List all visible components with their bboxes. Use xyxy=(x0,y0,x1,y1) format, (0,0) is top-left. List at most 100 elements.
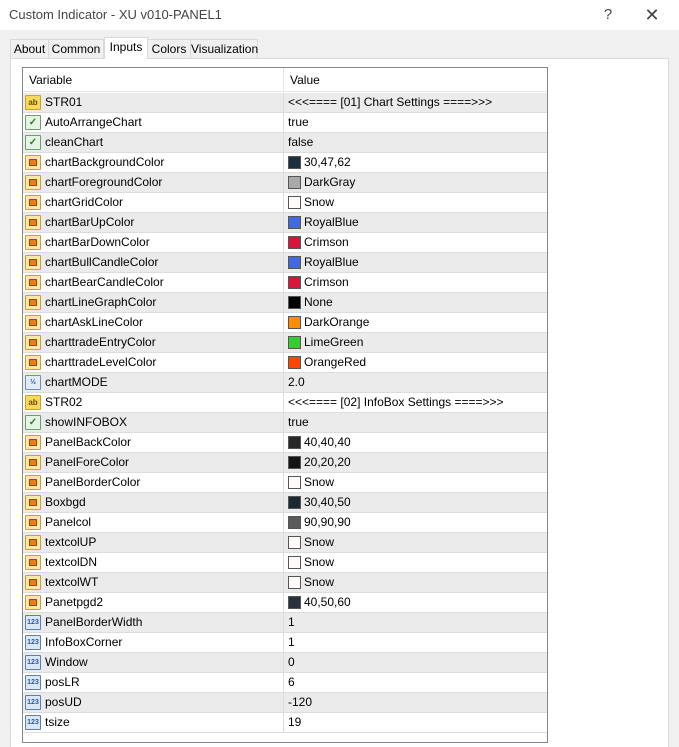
table-row[interactable]: ✓ cleanChart false xyxy=(23,133,547,153)
color-swatch[interactable] xyxy=(288,196,301,209)
color-swatch[interactable] xyxy=(288,576,301,589)
table-row[interactable]: chartBarUpColor RoyalBlue xyxy=(23,213,547,233)
table-row[interactable]: textcolWT Snow xyxy=(23,573,547,593)
color-swatch[interactable] xyxy=(288,436,301,449)
variable-cell[interactable]: 123 posUD xyxy=(23,693,284,712)
value-cell[interactable]: false xyxy=(284,133,547,152)
variable-cell[interactable]: Panetpgd2 xyxy=(23,593,284,612)
value-cell[interactable]: 40,50,60 xyxy=(284,593,547,612)
table-row[interactable]: 123 posUD -120 xyxy=(23,693,547,713)
table-row[interactable]: ½ chartMODE 2.0 xyxy=(23,373,547,393)
color-swatch[interactable] xyxy=(288,296,301,309)
table-row[interactable]: chartGridColor Snow xyxy=(23,193,547,213)
table-row[interactable]: Boxbgd 30,40,50 xyxy=(23,493,547,513)
variable-cell[interactable]: chartGridColor xyxy=(23,193,284,212)
color-swatch[interactable] xyxy=(288,536,301,549)
value-cell[interactable]: 20,20,20 xyxy=(284,453,547,472)
tab-about[interactable]: About xyxy=(10,39,49,59)
value-cell[interactable]: DarkOrange xyxy=(284,313,547,332)
value-cell[interactable]: 30,40,50 xyxy=(284,493,547,512)
value-cell[interactable]: Snow xyxy=(284,553,547,572)
variable-cell[interactable]: ab STR01 xyxy=(23,93,284,112)
color-swatch[interactable] xyxy=(288,336,301,349)
variable-cell[interactable]: Panelcol xyxy=(23,513,284,532)
value-cell[interactable]: RoyalBlue xyxy=(284,253,547,272)
color-swatch[interactable] xyxy=(288,176,301,189)
color-swatch[interactable] xyxy=(288,456,301,469)
tab-visualization[interactable]: Visualization xyxy=(190,39,258,59)
color-swatch[interactable] xyxy=(288,156,301,169)
table-row[interactable]: chartBearCandleColor Crimson xyxy=(23,273,547,293)
color-swatch[interactable] xyxy=(288,216,301,229)
variable-cell[interactable]: chartBackgroundColor xyxy=(23,153,284,172)
variable-cell[interactable]: textcolWT xyxy=(23,573,284,592)
value-cell[interactable]: 19 xyxy=(284,713,547,732)
variable-cell[interactable]: 123 PanelBorderWidth xyxy=(23,613,284,632)
table-row[interactable]: textcolDN Snow xyxy=(23,553,547,573)
variable-cell[interactable]: textcolUP xyxy=(23,533,284,552)
table-row[interactable]: ab STR01 <<<==== [01] Chart Settings ====>… xyxy=(23,93,547,113)
value-cell[interactable]: Snow xyxy=(284,573,547,592)
value-cell[interactable]: 30,47,62 xyxy=(284,153,547,172)
table-row[interactable]: PanelForeColor 20,20,20 xyxy=(23,453,547,473)
value-cell[interactable]: 40,40,40 xyxy=(284,433,547,452)
value-cell[interactable]: 2.0 xyxy=(284,373,547,392)
table-row[interactable]: PanelBackColor 40,40,40 xyxy=(23,433,547,453)
variable-cell[interactable]: ✓ cleanChart xyxy=(23,133,284,152)
tab-inputs[interactable]: Inputs xyxy=(104,37,148,59)
color-swatch[interactable] xyxy=(288,236,301,249)
variable-cell[interactable]: 123 Window xyxy=(23,653,284,672)
table-row[interactable]: PanelBorderColor Snow xyxy=(23,473,547,493)
value-cell[interactable]: 6 xyxy=(284,673,547,692)
value-cell[interactable]: true xyxy=(284,113,547,132)
variable-cell[interactable]: textcolDN xyxy=(23,553,284,572)
table-row[interactable]: Panelcol 90,90,90 xyxy=(23,513,547,533)
variable-cell[interactable]: ✓ showINFOBOX xyxy=(23,413,284,432)
variable-cell[interactable]: chartBearCandleColor xyxy=(23,273,284,292)
variable-cell[interactable]: Boxbgd xyxy=(23,493,284,512)
value-cell[interactable]: DarkGray xyxy=(284,173,547,192)
tab-colors[interactable]: Colors xyxy=(147,39,191,59)
table-row[interactable]: charttradeEntryColor LimeGreen xyxy=(23,333,547,353)
value-cell[interactable]: Snow xyxy=(284,533,547,552)
table-row[interactable]: 123 Window 0 xyxy=(23,653,547,673)
variable-cell[interactable]: chartLineGraphColor xyxy=(23,293,284,312)
value-cell[interactable]: None xyxy=(284,293,547,312)
value-cell[interactable]: Crimson xyxy=(284,233,547,252)
variable-cell[interactable]: PanelBorderColor xyxy=(23,473,284,492)
table-row[interactable]: 123 posLR 6 xyxy=(23,673,547,693)
table-row[interactable]: chartBarDownColor Crimson xyxy=(23,233,547,253)
table-row[interactable]: textcolUP Snow xyxy=(23,533,547,553)
color-swatch[interactable] xyxy=(288,476,301,489)
variable-cell[interactable]: chartBarUpColor xyxy=(23,213,284,232)
variable-cell[interactable]: ab STR02 xyxy=(23,393,284,412)
tab-common[interactable]: Common xyxy=(48,39,104,59)
color-swatch[interactable] xyxy=(288,556,301,569)
variable-cell[interactable]: chartBullCandleColor xyxy=(23,253,284,272)
value-cell[interactable]: Crimson xyxy=(284,273,547,292)
variable-cell[interactable]: 123 posLR xyxy=(23,673,284,692)
table-row[interactable]: ✓ AutoArrangeChart true xyxy=(23,113,547,133)
table-row[interactable]: ✓ showINFOBOX true xyxy=(23,413,547,433)
variable-cell[interactable]: ½ chartMODE xyxy=(23,373,284,392)
color-swatch[interactable] xyxy=(288,496,301,509)
value-cell[interactable]: OrangeRed xyxy=(284,353,547,372)
table-row[interactable]: chartBackgroundColor 30,47,62 xyxy=(23,153,547,173)
color-swatch[interactable] xyxy=(288,316,301,329)
variable-cell[interactable]: chartBarDownColor xyxy=(23,233,284,252)
variable-cell[interactable]: chartAskLineColor xyxy=(23,313,284,332)
table-row[interactable]: 123 PanelBorderWidth 1 xyxy=(23,613,547,633)
value-cell[interactable]: Snow xyxy=(284,473,547,492)
value-cell[interactable]: 90,90,90 xyxy=(284,513,547,532)
close-button[interactable]: ✕ xyxy=(638,4,666,26)
help-button[interactable]: ? xyxy=(594,4,622,26)
variable-cell[interactable]: PanelForeColor xyxy=(23,453,284,472)
variable-cell[interactable]: ✓ AutoArrangeChart xyxy=(23,113,284,132)
variable-cell[interactable]: PanelBackColor xyxy=(23,433,284,452)
table-row[interactable]: chartBullCandleColor RoyalBlue xyxy=(23,253,547,273)
color-swatch[interactable] xyxy=(288,596,301,609)
table-row[interactable]: chartAskLineColor DarkOrange xyxy=(23,313,547,333)
value-cell[interactable]: <<<==== [02] InfoBox Settings ====>>> xyxy=(284,393,547,412)
table-row[interactable]: chartLineGraphColor None xyxy=(23,293,547,313)
variable-cell[interactable]: 123 InfoBoxCorner xyxy=(23,633,284,652)
